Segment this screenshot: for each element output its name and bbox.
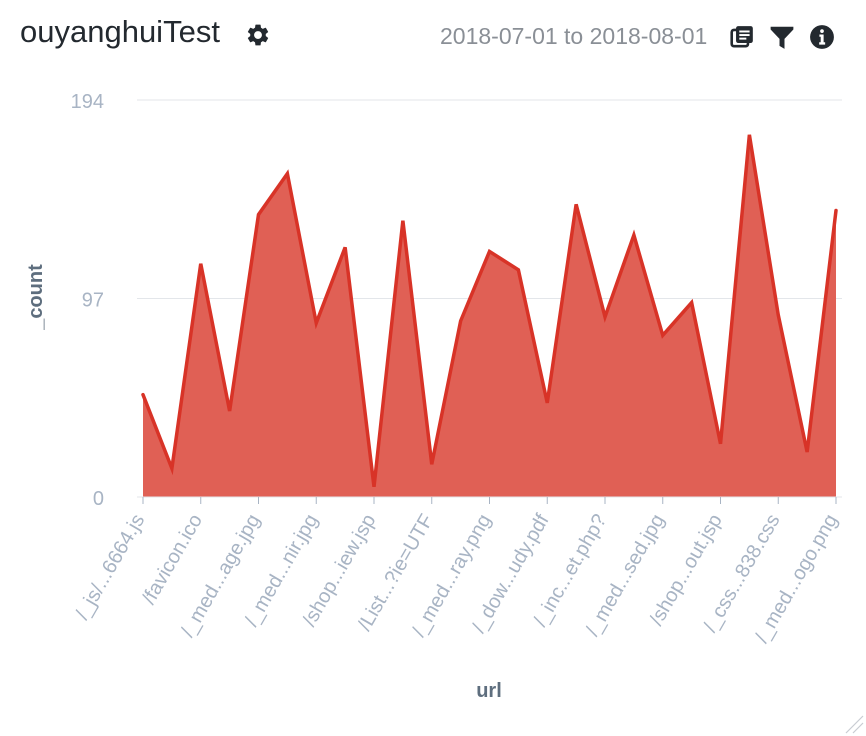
resize-grip-icon[interactable] [842, 712, 864, 734]
data-point [458, 319, 463, 324]
data-point [285, 171, 290, 176]
data-point [314, 321, 319, 326]
x-axis-title: url [476, 680, 502, 702]
area-chart: 097194/_js/...6664.js/favicon.ico/_med..… [25, 91, 842, 702]
data-point [256, 212, 261, 217]
data-point [574, 202, 579, 207]
x-tick-label: /_js/...6664.js [71, 511, 149, 624]
data-point [718, 441, 723, 446]
data-point [689, 300, 694, 305]
y-axis-title: _count [25, 264, 47, 331]
data-point [429, 462, 434, 467]
data-point [227, 409, 232, 414]
data-point [545, 400, 550, 405]
visualization-panel: ouyanghuiTest 2018-07-01 to 2018-08-01 0… [0, 0, 866, 736]
data-point [776, 312, 781, 317]
data-point [487, 249, 492, 254]
data-point [400, 218, 405, 223]
data-point [198, 261, 203, 266]
y-tick-label: 194 [71, 91, 104, 113]
data-point [343, 245, 348, 250]
data-point [516, 267, 521, 272]
data-point [631, 233, 636, 238]
data-point [141, 392, 146, 397]
y-tick-label: 97 [82, 290, 104, 312]
data-point [805, 449, 810, 454]
data-point [660, 333, 665, 338]
y-tick-label: 0 [93, 488, 104, 510]
data-point [603, 314, 608, 319]
data-point [747, 132, 752, 137]
data-point [834, 208, 839, 213]
data-point [372, 484, 377, 489]
data-point [169, 466, 174, 471]
